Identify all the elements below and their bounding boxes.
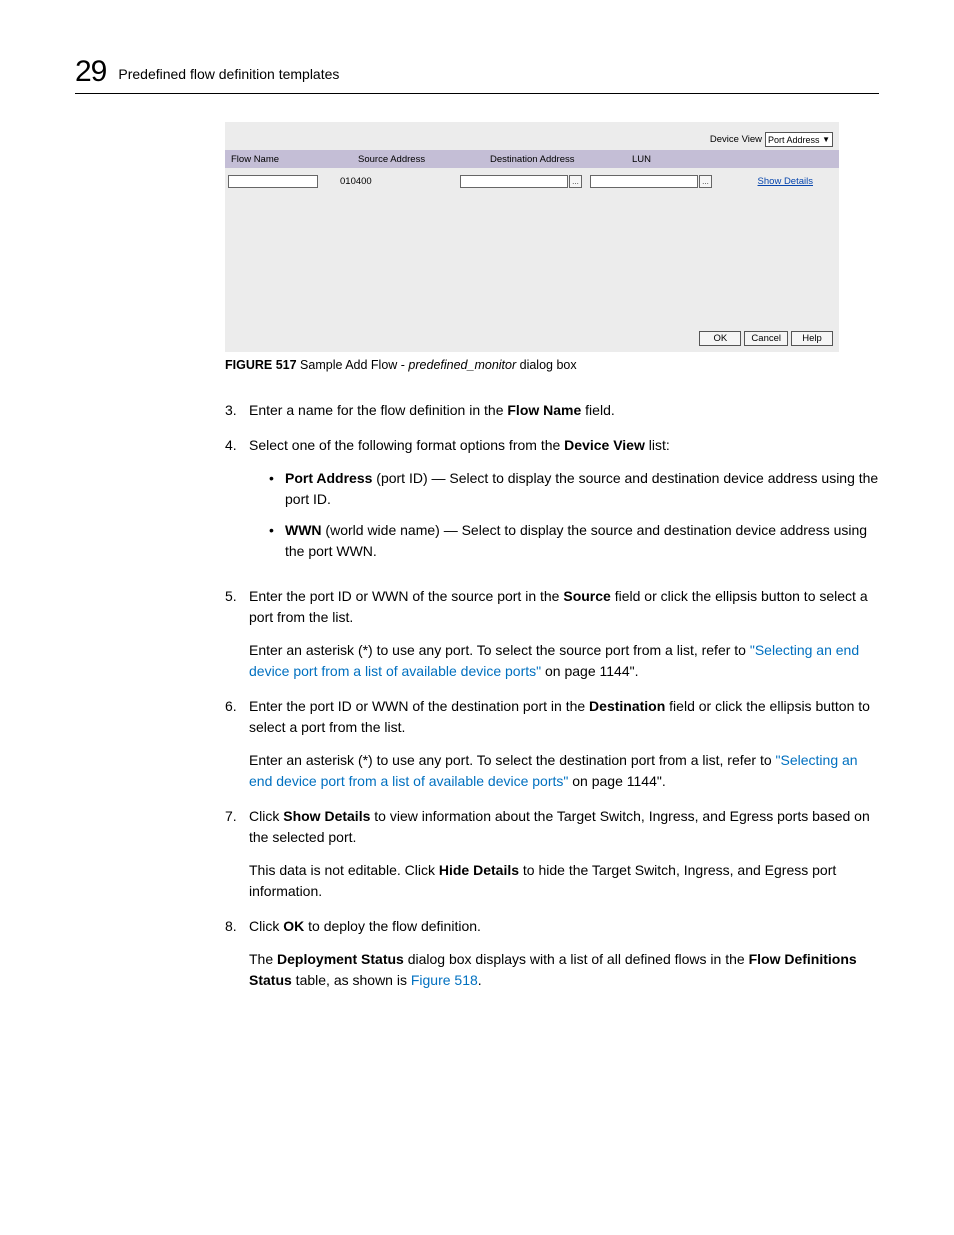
lun-input[interactable]	[590, 175, 698, 188]
link-figure-518[interactable]: Figure 518	[411, 972, 478, 988]
bullet-wwn: WWN (world wide name) — Select to displa…	[269, 520, 879, 562]
step-7: 7. Click Show Details to view informatio…	[225, 806, 879, 902]
source-address-value: 010400	[340, 176, 372, 187]
step-6: 6. Enter the port ID or WWN of the desti…	[225, 696, 879, 792]
flow-name-input[interactable]	[228, 175, 318, 188]
add-flow-dialog: Device View Port Address ▼ Flow Name Sou…	[225, 122, 839, 352]
destination-ellipsis-button[interactable]: ...	[569, 175, 582, 188]
step-5: 5. Enter the port ID or WWN of the sourc…	[225, 586, 879, 682]
page-header: 29 Predefined flow definition templates	[75, 55, 879, 94]
step-3: 3. Enter a name for the flow definition …	[225, 400, 879, 421]
show-details-link[interactable]: Show Details	[758, 176, 813, 187]
col-header-source: Source Address	[352, 154, 484, 165]
col-header-flow-name: Flow Name	[225, 154, 352, 165]
table-row: 010400 ... ... Show Details	[225, 172, 839, 190]
ok-button[interactable]: OK	[699, 331, 741, 346]
lun-ellipsis-button[interactable]: ...	[699, 175, 712, 188]
col-header-lun: LUN	[626, 154, 768, 165]
destination-input[interactable]	[460, 175, 568, 188]
figure-caption: FIGURE 517 Sample Add Flow - predefined_…	[225, 358, 879, 372]
table-header-row: Flow Name Source Address Destination Add…	[225, 150, 839, 168]
step-4: 4. Select one of the following format op…	[225, 435, 879, 572]
chevron-down-icon: ▼	[822, 136, 830, 144]
chapter-title: Predefined flow definition templates	[118, 66, 339, 82]
device-view-select[interactable]: Port Address ▼	[765, 132, 833, 147]
help-button[interactable]: Help	[791, 331, 833, 346]
device-view-value: Port Address	[768, 134, 820, 146]
chapter-number: 29	[75, 55, 106, 89]
bullet-port-address: Port Address (port ID) — Select to displ…	[269, 468, 879, 510]
device-view-label: Device View	[710, 134, 762, 145]
figure-label: FIGURE 517	[225, 358, 297, 372]
cancel-button[interactable]: Cancel	[744, 331, 788, 346]
step-8: 8. Click OK to deploy the flow definitio…	[225, 916, 879, 991]
col-header-destination: Destination Address	[484, 154, 626, 165]
